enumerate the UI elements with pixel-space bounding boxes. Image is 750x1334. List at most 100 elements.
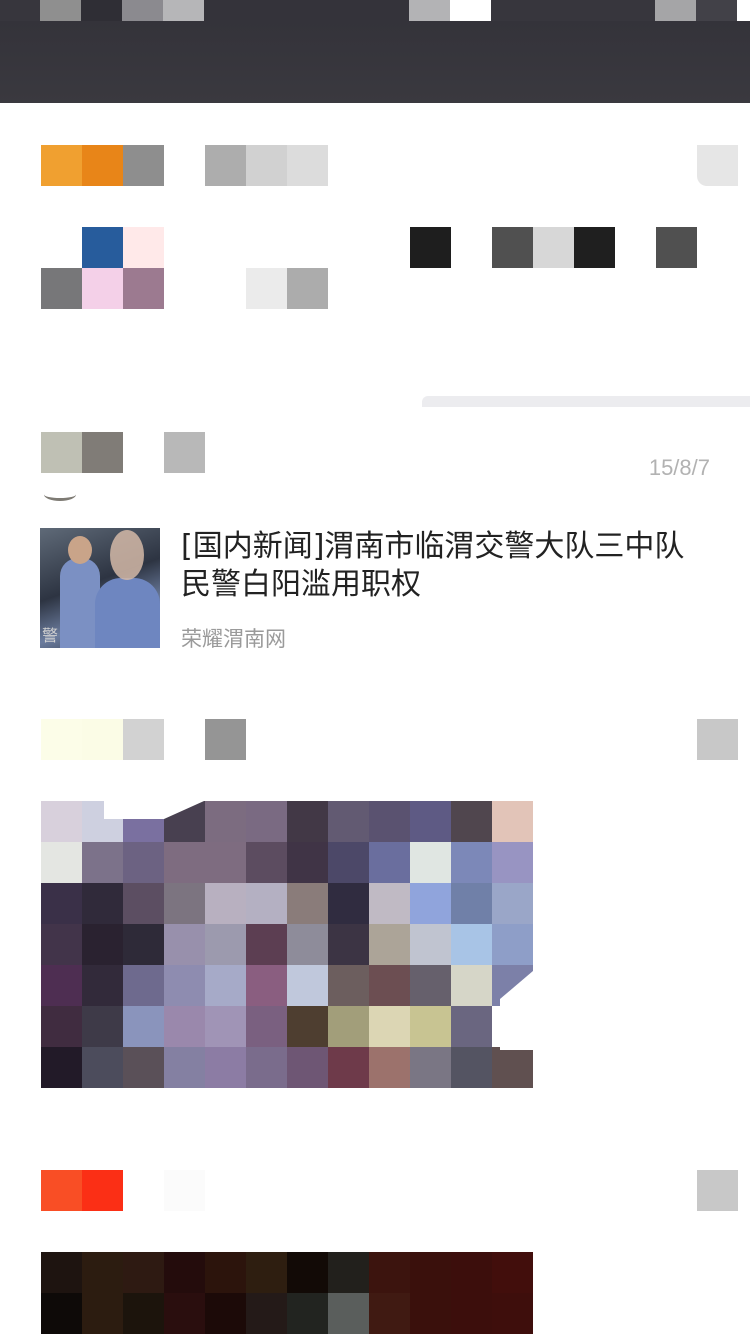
news-source: 荣耀渭南网 (181, 627, 286, 651)
mosaic-cell (696, 0, 737, 21)
mosaic-cell (410, 842, 451, 883)
mosaic-cell (287, 1252, 328, 1293)
post-menu-icon[interactable] (697, 719, 738, 760)
mosaic-cell (41, 1293, 82, 1334)
mosaic-cell (123, 883, 164, 924)
mosaic-cell (164, 924, 205, 965)
mosaic-cell (164, 965, 205, 1006)
mosaic-cell (41, 1047, 82, 1088)
mosaic-cell (246, 268, 287, 309)
post-author-mosaic-2[interactable] (41, 719, 246, 760)
mosaic-cell (410, 965, 451, 1006)
mosaic-cell (82, 1170, 123, 1211)
mosaic-cell (41, 719, 82, 760)
mosaic-cell (451, 801, 492, 842)
mosaic-cell (287, 965, 328, 1006)
mosaic-cell (123, 1047, 164, 1088)
mosaic-cell (369, 883, 410, 924)
mosaic-cell (492, 801, 533, 842)
news-link-card[interactable]: 警 [国内新闻]渭南市临渭交警大队三中队民警白阳滥用职权 荣耀渭南网 (40, 528, 710, 651)
mosaic-cell (0, 21, 750, 103)
mosaic-cell (205, 268, 246, 309)
mosaic-cell (82, 432, 123, 473)
mosaic-cell (451, 1047, 492, 1088)
post-photo-2[interactable] (41, 1252, 533, 1334)
news-thumbnail: 警 (40, 528, 160, 648)
mosaic-cell (82, 227, 123, 268)
mosaic-cell (164, 1252, 205, 1293)
mosaic-cell (328, 801, 369, 842)
mosaic-cell (655, 0, 696, 21)
mosaic-cell (41, 227, 82, 268)
mosaic-cell (287, 1047, 328, 1088)
mosaic-cell (410, 883, 451, 924)
mosaic-cell (451, 924, 492, 965)
mosaic-cell (410, 924, 451, 965)
mosaic-cell (82, 965, 123, 1006)
post-author-mosaic[interactable] (41, 432, 205, 473)
mosaic-cell (41, 1170, 82, 1211)
mosaic-cell (328, 924, 369, 965)
mosaic-cell (574, 227, 615, 268)
mosaic-cell (328, 965, 369, 1006)
mosaic-cell (205, 883, 246, 924)
mosaic-cell (451, 227, 492, 268)
mosaic-cell (205, 965, 246, 1006)
mosaic-cell (123, 965, 164, 1006)
mosaic-cell (40, 0, 81, 21)
mosaic-cell (451, 965, 492, 1006)
post-photo[interactable] (41, 801, 533, 1088)
mosaic-cell (656, 227, 697, 268)
mosaic-cell (328, 1252, 369, 1293)
mosaic-cell (205, 801, 246, 842)
mosaic-cell (451, 842, 492, 883)
mosaic-cell (164, 1006, 205, 1047)
mosaic-cell (573, 0, 614, 21)
news-title: [国内新闻]渭南市临渭交警大队三中队民警白阳滥用职权 (181, 529, 685, 602)
mosaic-cell (532, 0, 573, 21)
mosaic-cell (615, 227, 656, 268)
mosaic-cell (410, 1047, 451, 1088)
mosaic-cell (41, 965, 82, 1006)
mosaic-cell (246, 1006, 287, 1047)
mosaic-cell (41, 842, 82, 883)
mosaic-cell (327, 0, 368, 21)
mosaic-cell (328, 883, 369, 924)
mosaic-cell (246, 965, 287, 1006)
mosaic-cell (246, 842, 287, 883)
profile-avatar-mosaic-bottom (41, 268, 328, 309)
mosaic-cell (41, 924, 82, 965)
mosaic-cell (164, 719, 205, 760)
mosaic-cell (164, 432, 205, 473)
profile-name-mosaic (41, 145, 328, 186)
mosaic-cell (205, 842, 246, 883)
mosaic-cell (41, 145, 82, 186)
mosaic-cell (82, 1006, 123, 1047)
officer-head-left (68, 536, 92, 564)
mosaic-cell (164, 1170, 205, 1211)
mosaic-cell (122, 0, 163, 21)
mosaic-cell (450, 0, 491, 21)
mosaic-cell (164, 883, 205, 924)
mosaic-cell (41, 432, 82, 473)
mosaic-cell (246, 883, 287, 924)
mosaic-cell (205, 1293, 246, 1334)
mosaic-cell (410, 801, 451, 842)
mosaic-cell (123, 1170, 164, 1211)
officer-figure-left (60, 558, 100, 648)
mosaic-cell (123, 1293, 164, 1334)
post-author-mosaic-3[interactable] (41, 1170, 205, 1211)
mosaic-cell (41, 1006, 82, 1047)
mosaic-cell (492, 924, 533, 965)
mosaic-cell (287, 268, 328, 309)
post-menu-icon-2[interactable] (697, 1170, 738, 1211)
mosaic-cell (41, 883, 82, 924)
mosaic-cell (287, 842, 328, 883)
top-right-corner-block[interactable] (697, 145, 738, 186)
mosaic-cell (204, 0, 245, 21)
mosaic-cell (123, 145, 164, 186)
mosaic-cell (41, 1252, 82, 1293)
mosaic-cell (287, 145, 328, 186)
mosaic-cell (287, 924, 328, 965)
officer-figure-right (95, 578, 160, 648)
